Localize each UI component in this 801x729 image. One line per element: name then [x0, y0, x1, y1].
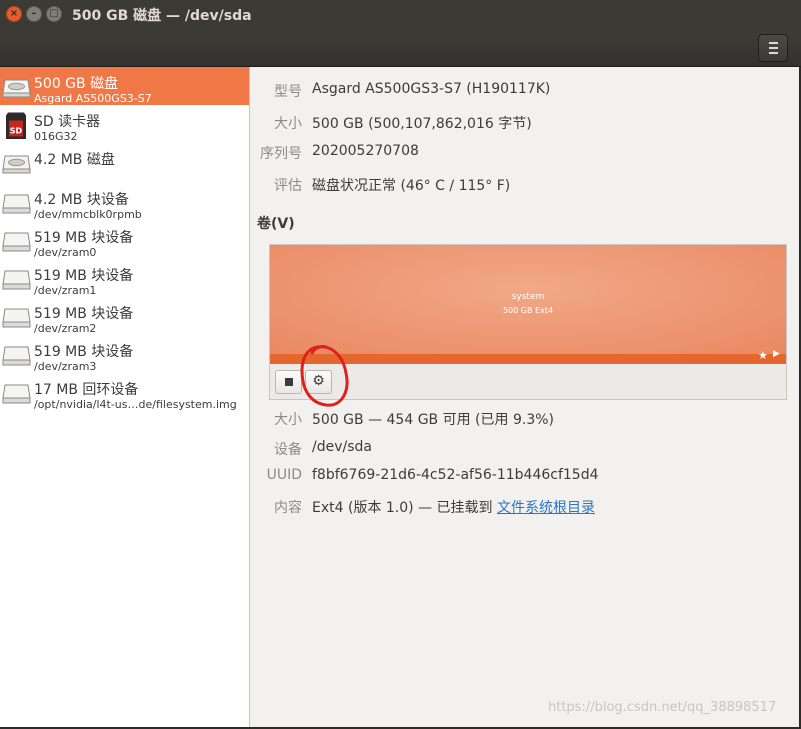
- partition-size-value: 500 GB — 454 GB 可用 (已用 9.3%): [312, 412, 554, 428]
- device-item-zram1[interactable]: 519 MB 块设备 /dev/zram1: [0, 259, 249, 297]
- uuid-label: UUID: [266, 467, 302, 483]
- maximize-icon: □: [49, 8, 59, 19]
- watermark: https://blog.csdn.net/qq_38898517: [548, 700, 777, 715]
- device-subtitle: /dev/zram3: [34, 360, 97, 373]
- block-device-icon: [2, 308, 31, 328]
- device-sidebar: 500 GB 磁盘 Asgard AS500GS3-S7 SD SD 读卡器 0…: [0, 67, 250, 727]
- device-item-500gb-disk[interactable]: 500 GB 磁盘 Asgard AS500GS3-S7: [0, 67, 249, 105]
- drive-details-panel: 型号 Asgard AS500GS3-S7 (H190117K) 大小 500 …: [250, 67, 799, 727]
- device-label: 设备: [274, 442, 302, 458]
- app-menu-button[interactable]: [758, 34, 788, 62]
- device-subtitle: Asgard AS500GS3-S7: [34, 92, 152, 105]
- device-item-4mb-disk[interactable]: 4.2 MB 磁盘: [0, 143, 249, 181]
- assessment-value: 磁盘状况正常 (46° C / 115° F): [312, 178, 511, 194]
- partition-size-label: 大小: [274, 412, 302, 428]
- model-label: 型号: [274, 84, 302, 100]
- volumes-section-title: 卷(V): [257, 216, 295, 232]
- block-device-icon: [2, 232, 31, 252]
- device-item-loop-device[interactable]: 17 MB 回环设备 /opt/nvidia/l4t-us…de/filesys…: [0, 373, 249, 411]
- hard-disk-icon: [2, 79, 31, 98]
- minimize-icon: –: [31, 8, 37, 19]
- loop-device-icon: [2, 384, 31, 404]
- device-name: 500 GB 磁盘: [34, 76, 119, 92]
- serial-label: 序列号: [260, 146, 302, 162]
- device-name: SD 读卡器: [34, 114, 101, 130]
- hard-disk-icon: [2, 155, 31, 174]
- device-name: 4.2 MB 磁盘: [34, 152, 115, 168]
- svg-text:SD: SD: [10, 127, 23, 136]
- device-item-zram3[interactable]: 519 MB 块设备 /dev/zram3: [0, 335, 249, 373]
- device-subtitle: /dev/zram2: [34, 322, 97, 335]
- device-name: 519 MB 块设备: [34, 230, 134, 246]
- play-icon: ▶: [773, 349, 780, 359]
- close-window-button[interactable]: ×: [6, 6, 22, 22]
- device-item-zram0[interactable]: 519 MB 块设备 /dev/zram0: [0, 221, 249, 259]
- device-value: /dev/sda: [312, 439, 372, 455]
- partition-block[interactable]: system 500 GB Ext4: [270, 245, 786, 354]
- device-subtitle: /dev/zram1: [34, 284, 97, 297]
- minimize-window-button[interactable]: –: [26, 6, 42, 22]
- device-subtitle: /opt/nvidia/l4t-us…de/filesystem.img: [34, 398, 237, 411]
- device-name: 519 MB 块设备: [34, 306, 134, 322]
- sd-card-icon: SD: [6, 112, 26, 139]
- block-device-icon: [2, 346, 31, 366]
- header-bar: [0, 30, 801, 67]
- close-icon: ×: [9, 8, 19, 19]
- device-name: 519 MB 块设备: [34, 344, 134, 360]
- device-subtitle: 016G32: [34, 130, 78, 143]
- disks-window: × – □ 500 GB 磁盘 — /dev/sda 500 GB 磁盘 Asg…: [0, 0, 801, 729]
- window-title: 500 GB 磁盘 — /dev/sda: [72, 8, 252, 24]
- assessment-label: 评估: [274, 178, 302, 194]
- size-value: 500 GB (500,107,862,016 字节): [312, 116, 532, 132]
- annotation-circle: [300, 345, 349, 407]
- size-label: 大小: [274, 116, 302, 132]
- serial-value: 202005270708: [312, 143, 419, 159]
- block-device-icon: [2, 194, 31, 214]
- star-icon: ★: [758, 349, 768, 362]
- device-name: 519 MB 块设备: [34, 268, 134, 284]
- partition-detail: 500 GB Ext4: [502, 306, 554, 315]
- device-name: 17 MB 回环设备: [34, 382, 139, 398]
- block-device-icon: [2, 270, 31, 290]
- contents-text: Ext4 (版本 1.0) — 已挂载到: [312, 500, 497, 516]
- contents-label: 内容: [274, 500, 302, 516]
- title-bar: × – □ 500 GB 磁盘 — /dev/sda: [0, 0, 801, 30]
- contents-value: Ext4 (版本 1.0) — 已挂载到 文件系统根目录: [312, 497, 595, 517]
- model-value: Asgard AS500GS3-S7 (H190117K): [312, 81, 551, 97]
- device-subtitle: /dev/zram0: [34, 246, 97, 259]
- device-item-sd-reader[interactable]: SD SD 读卡器 016G32: [0, 105, 249, 143]
- partition-name: system: [511, 292, 545, 302]
- device-subtitle: /dev/mmcblk0rpmb: [34, 208, 142, 221]
- uuid-value: f8bf6769-21d6-4c52-af56-11b446cf15d4: [312, 467, 599, 483]
- device-name: 4.2 MB 块设备: [34, 192, 129, 208]
- device-item-mmcblk0rpmb[interactable]: 4.2 MB 块设备 /dev/mmcblk0rpmb: [0, 183, 249, 221]
- device-item-zram2[interactable]: 519 MB 块设备 /dev/zram2: [0, 297, 249, 335]
- maximize-window-button[interactable]: □: [46, 6, 62, 22]
- mount-point-link[interactable]: 文件系统根目录: [497, 500, 595, 516]
